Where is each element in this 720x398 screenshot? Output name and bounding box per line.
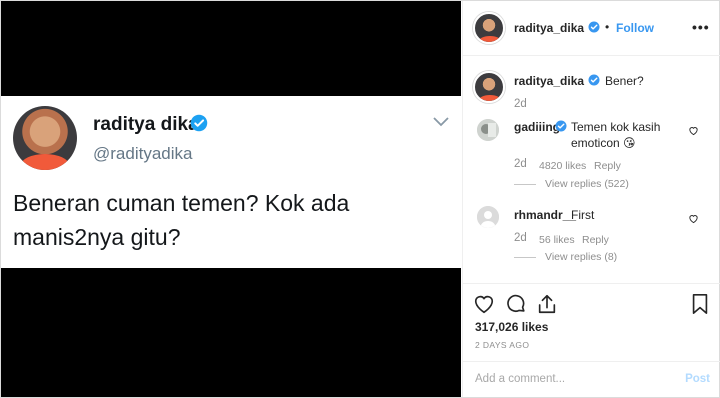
author-avatar[interactable] [473,12,505,44]
caption-time[interactable]: 2d [514,98,527,110]
commenter-avatar[interactable] [477,119,499,141]
reply-button[interactable]: Reply [594,160,621,172]
post-timestamp[interactable]: 2 DAYS AGO [475,340,529,350]
caption-avatar[interactable] [473,71,505,103]
bookmark-icon[interactable] [689,293,711,315]
comment-icon[interactable] [505,293,527,315]
follow-button[interactable]: Follow [616,21,654,35]
chevron-down-icon [433,117,449,127]
tweet-author-name: raditya dika [93,114,199,135]
comment-username[interactable]: rhmandr__ [514,208,576,222]
header-separator: • [605,20,610,34]
comment-text: First [571,208,595,222]
author-username[interactable]: raditya_dika [514,21,584,35]
heart-icon[interactable] [688,125,699,136]
reply-button[interactable]: Reply [582,234,609,246]
comment-likes[interactable]: 4820 likes [539,160,586,172]
caption-text: Bener? [605,74,644,88]
commenter-avatar[interactable] [477,206,499,228]
post-media[interactable]: raditya dika @radityadika Beneran cuman … [1,1,461,397]
tweet-card: raditya dika @radityadika Beneran cuman … [1,96,461,268]
post-header: raditya_dika • Follow ••• [463,1,720,56]
verified-badge-icon [588,21,600,33]
share-icon[interactable] [536,293,558,315]
caption-username[interactable]: raditya_dika [514,74,584,88]
post-comment-button[interactable]: Post [685,373,710,385]
verified-badge-icon [555,120,567,132]
comment-input[interactable] [475,370,665,388]
verified-badge-icon [588,74,600,86]
comment-time[interactable]: 2d [514,158,527,170]
tweet-handle: @radityadika [93,144,193,163]
post-actions: 317,026 likes 2 DAYS AGO [463,283,720,358]
verified-badge-icon [190,114,208,132]
more-options-icon[interactable]: ••• [692,19,710,35]
heart-icon[interactable] [688,213,699,224]
comment-username[interactable]: gadiiing [514,120,560,134]
comment-likes[interactable]: 56 likes [539,234,575,246]
view-replies-button[interactable]: View replies (8) [545,251,617,263]
tweet-text: Beneran cuman temen? Kok ada manis2nya g… [13,190,350,250]
add-comment-bar: Post [463,361,720,397]
reply-divider [514,257,536,258]
likes-count[interactable]: 317,026 likes [475,320,548,334]
heart-icon[interactable] [473,293,495,315]
reply-divider [514,184,536,185]
comment-text: Temen kok kasih emoticon 😘 [571,120,661,150]
view-replies-button[interactable]: View replies (522) [545,178,629,190]
comment-time[interactable]: 2d [514,232,527,244]
post-sidebar: raditya_dika • Follow ••• raditya_dika B… [462,1,720,397]
tweet-avatar [13,106,77,170]
